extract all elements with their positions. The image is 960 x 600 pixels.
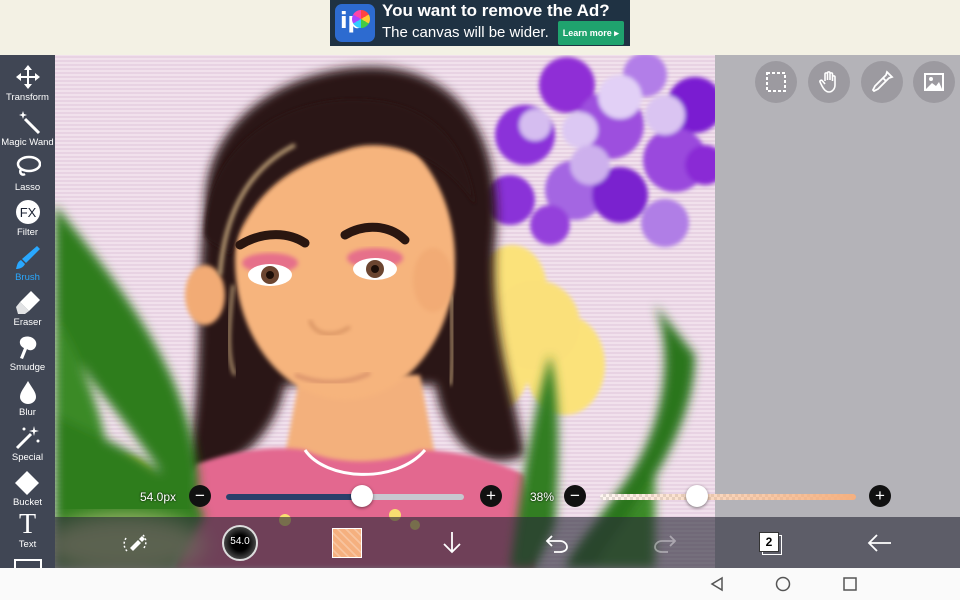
size-slider-track[interactable] bbox=[226, 494, 464, 500]
tool-lasso[interactable]: Lasso bbox=[0, 149, 55, 194]
ibis-paint-logo: ip bbox=[335, 4, 375, 42]
selection-button[interactable] bbox=[755, 61, 797, 103]
bottom-action-bar: 54.0 2 bbox=[55, 517, 960, 568]
opacity-slider-track[interactable] bbox=[600, 494, 856, 500]
purple-flower bbox=[485, 55, 715, 247]
opacity-increase-button[interactable]: + bbox=[869, 485, 891, 507]
opacity-slider: 38% − + bbox=[520, 481, 900, 511]
size-slider-knob[interactable] bbox=[350, 485, 373, 507]
tool-label: Text bbox=[18, 539, 37, 550]
bucket-icon bbox=[14, 471, 39, 495]
dashed-selection-icon bbox=[766, 72, 786, 92]
brush-size-value: 54.0px bbox=[140, 490, 177, 504]
tool-label: Transform bbox=[6, 92, 49, 103]
brush-settings-icon bbox=[123, 533, 147, 552]
hand-icon bbox=[819, 71, 836, 93]
eyedropper-button[interactable] bbox=[861, 61, 903, 103]
opacity-decrease-button[interactable]: − bbox=[564, 485, 586, 507]
ad-title: You want to remove the Ad? bbox=[382, 1, 610, 20]
brush-size-indicator[interactable]: 54.0 bbox=[220, 517, 260, 568]
text-icon: T bbox=[18, 509, 37, 540]
layers-icon: 2 bbox=[757, 530, 783, 556]
ad-banner[interactable]: ip You want to remove the Ad? The canvas… bbox=[330, 0, 630, 46]
tool-smudge[interactable]: Smudge bbox=[0, 329, 55, 374]
smudge-icon bbox=[19, 336, 36, 359]
ad-bar: ip You want to remove the Ad? The canvas… bbox=[0, 0, 960, 55]
tool-filter[interactable]: FX Filter bbox=[0, 194, 55, 239]
tool-special[interactable]: Special bbox=[0, 419, 55, 464]
system-nav-bar bbox=[0, 568, 960, 600]
tool-label: Eraser bbox=[13, 317, 42, 328]
magic-wand-icon bbox=[18, 111, 40, 135]
image-icon bbox=[924, 73, 944, 91]
opacity-slider-knob[interactable] bbox=[686, 485, 709, 507]
svg-text:FX: FX bbox=[19, 205, 36, 220]
tool-label: Bucket bbox=[12, 497, 43, 508]
brush-size-circle: 54.0 bbox=[222, 524, 258, 561]
tool-bar: Transform Magic Wand Lasso FX Filter Bru… bbox=[0, 55, 55, 568]
tool-label: Brush bbox=[15, 272, 40, 283]
nav-home-icon[interactable] bbox=[775, 576, 791, 592]
redo-button[interactable] bbox=[645, 517, 685, 568]
brush-size-slider: 54.0px − + bbox=[130, 481, 510, 511]
more-tools-icon[interactable] bbox=[14, 559, 42, 568]
tool-magic-wand[interactable]: Magic Wand bbox=[0, 104, 55, 149]
color-wheel-icon bbox=[352, 10, 370, 28]
tool-label: Smudge bbox=[9, 362, 46, 373]
nav-back-icon[interactable] bbox=[709, 576, 725, 592]
tool-options-button[interactable] bbox=[115, 517, 155, 568]
sparkle-wand-icon bbox=[15, 426, 39, 450]
move-arrows-icon bbox=[15, 65, 40, 89]
layer-count: 2 bbox=[759, 531, 779, 552]
size-slider-fill bbox=[226, 494, 362, 500]
tool-label: Blur bbox=[19, 407, 36, 418]
arrow-down-icon bbox=[443, 531, 461, 553]
tool-brush[interactable]: Brush bbox=[0, 239, 55, 284]
droplet-icon bbox=[19, 381, 36, 404]
ad-subtitle: The canvas will be wider. bbox=[382, 24, 549, 41]
reference-image-button[interactable] bbox=[913, 61, 955, 103]
opacity-value: 38% bbox=[530, 490, 555, 504]
nav-recents-icon[interactable] bbox=[842, 576, 858, 592]
brush-icon bbox=[15, 246, 40, 269]
tool-eraser[interactable]: Eraser bbox=[0, 284, 55, 329]
tool-blur[interactable]: Blur bbox=[0, 374, 55, 419]
hand-tool-button[interactable] bbox=[808, 61, 850, 103]
brush-size-number: 54.0 bbox=[230, 535, 250, 547]
arrow-left-icon bbox=[867, 533, 891, 552]
size-decrease-button[interactable]: − bbox=[189, 485, 211, 507]
eyedropper-icon bbox=[871, 70, 894, 93]
back-button[interactable] bbox=[860, 517, 900, 568]
eraser-icon bbox=[15, 291, 40, 314]
tool-label: Lasso bbox=[14, 182, 41, 193]
undo-button[interactable] bbox=[537, 517, 577, 568]
workspace: Transform Magic Wand Lasso FX Filter Bru… bbox=[0, 55, 960, 568]
tool-label: Magic Wand bbox=[1, 137, 54, 148]
lasso-icon bbox=[16, 155, 41, 176]
tool-text[interactable]: T Text bbox=[0, 509, 55, 554]
layers-button[interactable]: 2 bbox=[750, 517, 790, 568]
learn-more-button[interactable]: Learn more ▸ bbox=[557, 21, 624, 45]
tool-label: Special bbox=[11, 452, 44, 463]
tool-transform[interactable]: Transform bbox=[0, 59, 55, 104]
fx-icon: FX bbox=[15, 200, 40, 224]
tool-label: Filter bbox=[16, 227, 39, 238]
tool-bucket[interactable]: Bucket bbox=[0, 464, 55, 509]
save-down-button[interactable] bbox=[432, 517, 472, 568]
current-color-swatch bbox=[332, 527, 362, 558]
redo-icon bbox=[654, 534, 677, 553]
size-increase-button[interactable]: + bbox=[480, 485, 502, 507]
color-button[interactable] bbox=[327, 517, 367, 568]
undo-icon bbox=[545, 534, 568, 553]
